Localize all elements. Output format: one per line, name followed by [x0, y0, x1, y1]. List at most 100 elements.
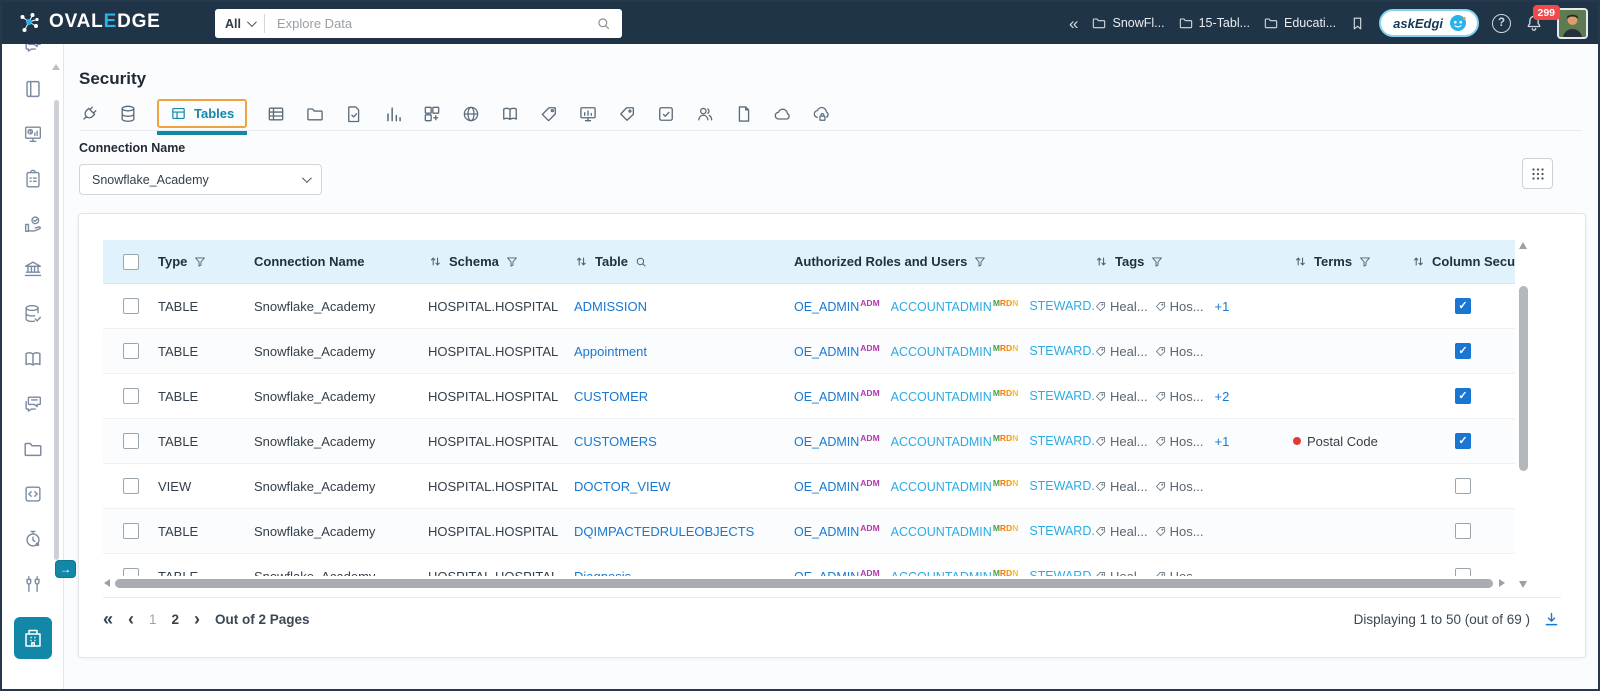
tag-chip[interactable]: Hos...: [1154, 299, 1204, 314]
column-settings-button[interactable]: [1522, 158, 1553, 189]
next-page-button[interactable]: ›: [194, 610, 200, 628]
row-checkbox[interactable]: [122, 298, 139, 314]
tag-chip[interactable]: Hos...: [1154, 524, 1204, 539]
column-security-checkbox[interactable]: [1455, 433, 1471, 449]
breadcrumb-item-2[interactable]: 15-Tabl...: [1178, 15, 1250, 31]
tag-chip[interactable]: Heal...: [1094, 524, 1148, 539]
folder-icon[interactable]: [21, 437, 45, 461]
role-accountadmin[interactable]: ACCOUNTADMINMRDN: [891, 298, 1019, 314]
tag-chip[interactable]: Hos...: [1154, 569, 1204, 576]
filter-icon[interactable]: [1150, 255, 1164, 269]
ask-edgi-button[interactable]: askEdgi: [1379, 9, 1479, 37]
row-checkbox[interactable]: [122, 388, 139, 404]
search-icon[interactable]: [634, 255, 648, 269]
sort-icon[interactable]: [1411, 254, 1426, 269]
role-oe-admin[interactable]: OE_ADMINADM: [794, 568, 880, 576]
more-tags-link[interactable]: +1: [1215, 299, 1230, 314]
role-oe-admin[interactable]: OE_ADMINADM: [794, 433, 880, 449]
row-checkbox[interactable]: [122, 523, 139, 539]
filter-icon[interactable]: [193, 255, 207, 269]
file-report-icon[interactable]: [344, 104, 364, 124]
vertical-scroll-thumb[interactable]: [1519, 286, 1528, 471]
column-security-checkbox[interactable]: [1455, 298, 1471, 314]
cloud-lock-icon[interactable]: [812, 104, 832, 124]
role-accountadmin[interactable]: ACCOUNTADMINMRDN: [891, 433, 1019, 449]
table-link[interactable]: DOCTOR_VIEW: [574, 479, 671, 494]
sidebar-expand-button[interactable]: →: [55, 560, 76, 578]
monitor-chart-icon[interactable]: [578, 104, 598, 124]
collapse-breadcrumb-icon[interactable]: «: [1069, 15, 1078, 32]
role-oe-admin[interactable]: OE_ADMINADM: [794, 388, 880, 404]
row-checkbox[interactable]: [122, 433, 139, 449]
column-security-checkbox[interactable]: [1455, 523, 1471, 539]
notifications-bell-icon[interactable]: 299: [1524, 5, 1560, 33]
governance-bank-icon[interactable]: [21, 257, 45, 281]
tag-chip[interactable]: Heal...: [1094, 344, 1148, 359]
download-icon[interactable]: [1542, 610, 1561, 629]
search-icon[interactable]: [595, 15, 612, 32]
ovaledge-logo[interactable]: OVALEDGE: [16, 9, 161, 35]
document-icon[interactable]: [734, 104, 754, 124]
folder-tab-icon[interactable]: [305, 104, 325, 124]
horizontal-scroll-thumb[interactable]: [115, 579, 1493, 588]
role-steward[interactable]: STEWARD...: [1029, 524, 1094, 538]
table-link[interactable]: DQIMPACTEDRULEOBJECTS: [574, 524, 754, 539]
role-steward[interactable]: STEWARD...: [1029, 344, 1094, 358]
table-icon[interactable]: [266, 104, 286, 124]
cloud-icon[interactable]: [773, 104, 793, 124]
select-all-checkbox[interactable]: [122, 253, 139, 270]
role-accountadmin[interactable]: ACCOUNTADMINMRDN: [891, 478, 1019, 494]
column-security-checkbox[interactable]: [1455, 478, 1471, 494]
column-security-checkbox[interactable]: [1455, 388, 1471, 404]
notebook-icon[interactable]: [21, 77, 45, 101]
chat-icon[interactable]: [21, 392, 45, 416]
role-steward[interactable]: STEWARD...: [1029, 299, 1094, 313]
filter-icon[interactable]: [505, 255, 519, 269]
tab-tables-active[interactable]: Tables: [157, 99, 248, 135]
glossary-book-icon[interactable]: [21, 347, 45, 371]
database-icon[interactable]: [118, 104, 138, 124]
page-number-2[interactable]: 2: [172, 612, 180, 627]
scroll-up-arrow[interactable]: [1519, 242, 1527, 249]
task-check-icon[interactable]: [656, 104, 676, 124]
sort-icon[interactable]: [574, 254, 589, 269]
row-checkbox[interactable]: [122, 343, 139, 359]
tag-chip[interactable]: Hos...: [1154, 389, 1204, 404]
table-link[interactable]: ADMISSION: [574, 299, 647, 314]
tag-chip[interactable]: Hos...: [1154, 479, 1204, 494]
sort-icon[interactable]: [428, 254, 443, 269]
sidebar-scrollbar[interactable]: [54, 100, 59, 560]
scroll-down-arrow[interactable]: [1519, 581, 1527, 588]
report-monitor-icon[interactable]: [21, 122, 45, 146]
filter-icon[interactable]: [973, 255, 987, 269]
role-oe-admin[interactable]: OE_ADMINADM: [794, 298, 880, 314]
row-checkbox[interactable]: [122, 568, 139, 576]
breadcrumb-item-3[interactable]: Educati...: [1263, 15, 1336, 31]
role-oe-admin[interactable]: OE_ADMINADM: [794, 478, 880, 494]
column-security-checkbox[interactable]: [1455, 343, 1471, 359]
book-icon[interactable]: [500, 104, 520, 124]
role-oe-admin[interactable]: OE_ADMINADM: [794, 523, 880, 539]
approval-hand-icon[interactable]: [21, 212, 45, 236]
search-input[interactable]: Explore Data: [265, 16, 595, 31]
table-link[interactable]: CUSTOMERS: [574, 434, 657, 449]
table-link[interactable]: Diagnosis: [574, 569, 631, 577]
building-icon-selected[interactable]: [13, 617, 52, 659]
prev-page-button[interactable]: ‹: [128, 610, 134, 628]
search-scope-dropdown[interactable]: All: [215, 9, 264, 38]
horizontal-scrollbar[interactable]: [103, 577, 1515, 589]
row-checkbox[interactable]: [122, 478, 139, 494]
filter-icon[interactable]: [1358, 255, 1372, 269]
sidebar-scroll-up-arrow[interactable]: [52, 64, 60, 70]
more-tags-link[interactable]: +2: [1215, 389, 1230, 404]
role-steward[interactable]: STEWARD...: [1029, 389, 1094, 403]
role-accountadmin[interactable]: ACCOUNTADMINMRDN: [891, 523, 1019, 539]
chat-partial-icon[interactable]: [21, 44, 45, 56]
tag-chip[interactable]: Heal...: [1094, 299, 1148, 314]
tag-icon[interactable]: [617, 104, 637, 124]
bookmark-icon[interactable]: [1349, 15, 1366, 32]
tag-chip[interactable]: Heal...: [1094, 389, 1148, 404]
user-avatar[interactable]: [1557, 7, 1588, 39]
pipeline-plug-icon[interactable]: [79, 104, 99, 124]
breadcrumb-item-1[interactable]: SnowFl...: [1091, 15, 1165, 31]
